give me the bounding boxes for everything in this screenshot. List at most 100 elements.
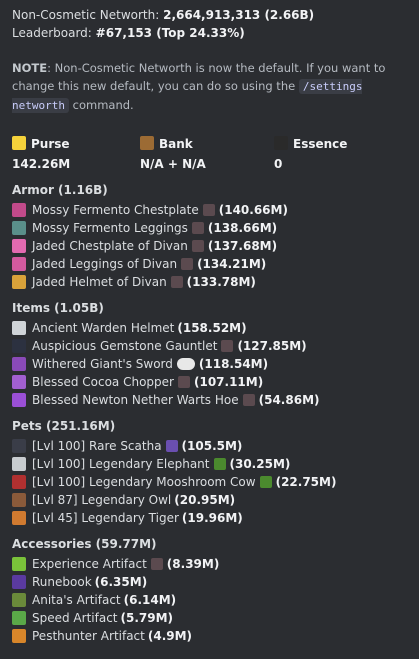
- item-value: (6.14M): [123, 593, 177, 607]
- recomb-icon: [150, 558, 163, 570]
- stat-value: 0: [274, 157, 283, 171]
- leggings-icon: [12, 221, 26, 235]
- list-item: Jaded Leggings of Divan (134.21M): [12, 255, 412, 273]
- item-name: Jaded Leggings of Divan: [32, 257, 178, 271]
- leggings-icon: [12, 257, 26, 271]
- owl-icon: [12, 493, 26, 507]
- item-name: Mossy Fermento Chestplate: [32, 203, 199, 217]
- item-name: Jaded Chestplate of Divan: [32, 239, 188, 253]
- tiger-icon: [12, 511, 26, 525]
- item-value: (5.79M): [120, 611, 174, 625]
- item-value: (105.5M): [181, 439, 243, 453]
- recomb-icon: [191, 240, 204, 252]
- item-value: (158.52M): [177, 321, 247, 335]
- leaf-icon: [213, 458, 226, 470]
- item-name: Jaded Helmet of Divan: [32, 275, 167, 289]
- axe-icon: [12, 375, 26, 389]
- speed-icon: [12, 611, 26, 625]
- chestplate-icon: [12, 203, 26, 217]
- networth-value: 2,664,913,313 (2.66B): [163, 8, 315, 22]
- mooshroom-icon: [12, 475, 26, 489]
- leaderboard-line: Leaderboard: #67,153 (Top 24.33%): [12, 24, 412, 42]
- stat-bank: Bank N/A + N/A: [140, 135, 206, 173]
- list-item: Blessed Newton Nether Warts Hoe (54.86M): [12, 391, 412, 409]
- chest-icon: [140, 136, 154, 150]
- recomb-icon: [170, 276, 183, 288]
- list-item: Auspicious Gemstone Gauntlet (127.85M): [12, 337, 412, 355]
- pesthunter-icon: [12, 629, 26, 643]
- list-item: Anita's Artifact (6.14M): [12, 591, 412, 609]
- leaderboard-value: #67,153 (Top 24.33%): [95, 26, 245, 40]
- list-item: Mossy Fermento Leggings (138.66M): [12, 219, 412, 237]
- networth-embed: Non-Cosmetic Networth: 2,664,913,313 (2.…: [12, 6, 412, 645]
- pickaxe-icon: [165, 440, 178, 452]
- leaf-icon: [259, 476, 272, 488]
- wither-essence-icon: [274, 136, 288, 150]
- item-name: [Lvl 87] Legendary Owl: [32, 493, 172, 507]
- item-name: Blessed Newton Nether Warts Hoe: [32, 393, 239, 407]
- recomb-icon: [242, 394, 255, 406]
- experience-icon: [12, 557, 26, 571]
- networth-line: Non-Cosmetic Networth: 2,664,913,313 (2.…: [12, 6, 412, 24]
- item-name: Ancient Warden Helmet: [32, 321, 175, 335]
- item-value: (107.11M): [193, 375, 264, 389]
- stat-purse: Purse 142.26M: [12, 135, 70, 173]
- item-value: (127.85M): [237, 339, 307, 353]
- anita-icon: [12, 593, 26, 607]
- list-item: Speed Artifact (5.79M): [12, 609, 412, 627]
- stat-value: N/A + N/A: [140, 157, 206, 171]
- chestplate-icon: [12, 239, 26, 253]
- item-value: (19.96M): [181, 511, 243, 525]
- list-item: [Lvl 100] Legendary Elephant (30.25M): [12, 455, 412, 473]
- note-suffix: command.: [68, 98, 134, 112]
- item-value: (20.95M): [174, 493, 236, 507]
- list-item: Mossy Fermento Chestplate (140.66M): [12, 201, 412, 219]
- item-value: (6.35M): [94, 575, 148, 589]
- hoe-icon: [12, 393, 26, 407]
- sword-icon: [12, 357, 26, 371]
- default-note: NOTE: Non-Cosmetic Networth is now the d…: [12, 59, 404, 115]
- stat-essence: Essence 0: [274, 135, 347, 173]
- item-name: Blessed Cocoa Chopper: [32, 375, 174, 389]
- list-item: Runebook (6.35M): [12, 573, 412, 591]
- networth-label: Non-Cosmetic Networth:: [12, 8, 160, 22]
- recomb-icon: [221, 340, 234, 352]
- item-name: [Lvl 45] Legendary Tiger: [32, 511, 179, 525]
- section-title: Pets (251.16M): [12, 419, 116, 433]
- recomb-icon: [181, 258, 194, 270]
- list-item: Ancient Warden Helmet (158.52M): [12, 319, 412, 337]
- stat-value: 142.26M: [12, 157, 71, 171]
- recomb-icon: [202, 204, 215, 216]
- skull-icon: [12, 321, 26, 335]
- section-title: Items (1.05B): [12, 301, 104, 315]
- item-value: (30.25M): [229, 457, 291, 471]
- item-value: (8.39M): [166, 557, 220, 571]
- section-accessories: Accessories (59.77M) Experience Artifact (…: [12, 535, 412, 645]
- leaderboard-label: Leaderboard:: [12, 26, 92, 40]
- list-item: [Lvl 100] Legendary Mooshroom Cow (22.75M…: [12, 473, 412, 491]
- item-value: (54.86M): [258, 393, 320, 407]
- item-name: Auspicious Gemstone Gauntlet: [32, 339, 218, 353]
- item-value: (134.21M): [197, 257, 267, 271]
- stat-label: Essence: [293, 137, 348, 151]
- list-item: [Lvl 45] Legendary Tiger (19.96M): [12, 509, 412, 527]
- gauntlet-icon: [12, 339, 26, 353]
- stat-header: Essence: [274, 135, 347, 153]
- list-item: Jaded Helmet of Divan (133.78M): [12, 273, 412, 291]
- list-item: [Lvl 87] Legendary Owl (20.95M): [12, 491, 412, 509]
- item-value: (22.75M): [275, 475, 337, 489]
- section-title: Accessories (59.77M): [12, 537, 157, 551]
- item-name: Pesthunter Artifact: [32, 629, 145, 643]
- list-item: Blessed Cocoa Chopper (107.11M): [12, 373, 412, 391]
- item-name: Experience Artifact: [32, 557, 147, 571]
- item-name: Speed Artifact: [32, 611, 118, 625]
- item-name: [Lvl 100] Rare Scatha: [32, 439, 162, 453]
- item-name: Mossy Fermento Leggings: [32, 221, 188, 235]
- note-prefix: NOTE: [12, 61, 48, 75]
- stat-header: Bank: [140, 135, 206, 153]
- item-value: (137.68M): [207, 239, 278, 253]
- gold-ingot-icon: [12, 136, 26, 150]
- stat-header: Purse: [12, 135, 70, 153]
- recomb-icon: [191, 222, 204, 234]
- item-name: [Lvl 100] Legendary Elephant: [32, 457, 210, 471]
